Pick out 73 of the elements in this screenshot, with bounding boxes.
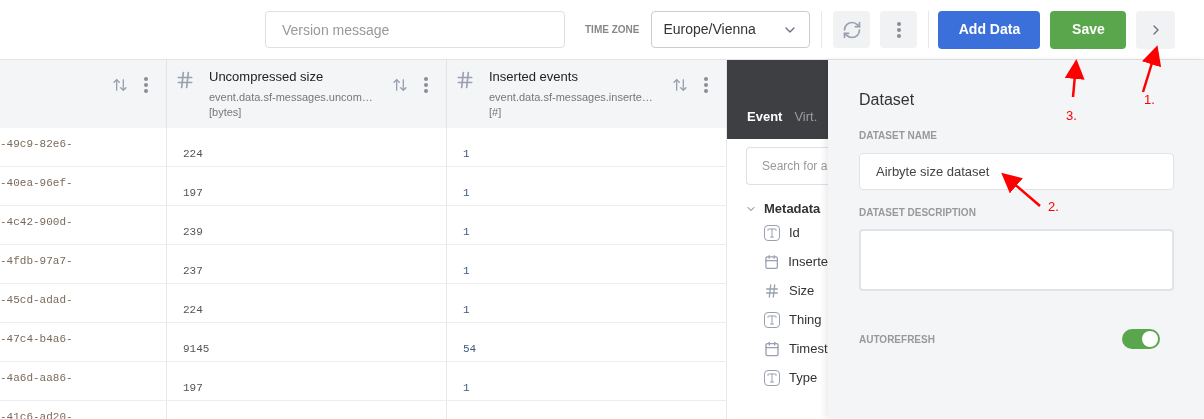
field-label: DATASET NAME <box>859 129 937 143</box>
table-cell: 1 <box>463 304 470 316</box>
table-cell: 1 <box>463 226 470 238</box>
table-cell: -40ea-96ef- <box>0 177 73 189</box>
calendar-icon <box>764 254 780 270</box>
toolbar-button[interactable]: Add Data <box>938 10 1041 49</box>
sort-icon[interactable] <box>392 77 408 93</box>
column-path: event.data.sf-messages.uncom… <box>209 90 374 105</box>
text-type-icon <box>764 225 780 241</box>
table-cell: -45cd-adad- <box>0 294 73 306</box>
dataset-name-field[interactable]: Airbyte size dataset <box>859 153 1174 190</box>
table-cell: 1 <box>463 187 470 199</box>
panel-title: Dataset <box>859 90 915 110</box>
table-cell: 224 <box>183 304 203 316</box>
annotation-label: 3. <box>1066 107 1077 125</box>
table-cell: -4c42-900d- <box>0 216 73 228</box>
search-field[interactable]: Search for a <box>746 147 828 185</box>
annotation-arrow <box>1001 172 1041 207</box>
tree-group[interactable]: Metadata <box>745 199 828 219</box>
table-cell: 197 <box>183 187 203 199</box>
table-cell: 237 <box>183 265 203 277</box>
column-unit: [#] <box>489 105 503 119</box>
table-cell: 1 <box>463 148 470 160</box>
column-unit: [bytes] <box>209 105 243 119</box>
expand-panel-button[interactable] <box>1136 10 1176 49</box>
table-cell: -47c4-b4a6- <box>0 333 73 345</box>
table-cell: 1 <box>463 265 470 277</box>
text-type-icon <box>764 370 780 386</box>
more-button[interactable] <box>880 11 918 48</box>
calendar-icon <box>764 341 780 357</box>
column-path: event.data.sf-messages.inserte… <box>489 90 654 105</box>
table-cell: 224 <box>183 148 203 160</box>
sort-icon[interactable] <box>672 77 688 93</box>
tree-item[interactable]: Thing <box>764 305 828 335</box>
table-cell: 1 <box>463 382 470 394</box>
dataset-description-field[interactable] <box>859 229 1174 291</box>
column-menu-icon[interactable] <box>704 77 708 93</box>
table-cell: 9145 <box>183 343 210 355</box>
field-label: DATASET DESCRIPTION <box>859 206 976 220</box>
column-title: Inserted events <box>489 69 579 85</box>
autorefresh-toggle[interactable] <box>1122 329 1160 349</box>
explorer-tab[interactable]: Event <box>747 106 783 126</box>
tree-item[interactable]: Size <box>764 276 828 306</box>
tree-item[interactable]: Inserte <box>764 247 828 277</box>
hash-icon <box>175 70 195 90</box>
table-cell: 54 <box>463 343 477 355</box>
text-type-icon <box>764 312 780 328</box>
kebab-icon[interactable] <box>896 21 901 38</box>
time-zone-select[interactable]: Europe/Vienna <box>651 11 811 48</box>
table-cell: -4fdb-97a7- <box>0 255 73 267</box>
annotation-arrow <box>1141 45 1162 93</box>
annotation-arrow <box>1064 59 1085 98</box>
table-cell: -4a6d-aa86- <box>0 372 73 384</box>
tree-item[interactable]: Id <box>764 218 828 248</box>
column-menu-icon[interactable] <box>424 77 428 93</box>
table-cell: -49c9-82e6- <box>0 138 73 150</box>
hash-icon <box>455 70 475 90</box>
time-zone-label: TIME ZONE <box>585 23 640 37</box>
hash-icon <box>764 283 780 299</box>
tree-item[interactable]: Type <box>764 363 828 393</box>
annotation-label: 2. <box>1048 198 1059 216</box>
table-cell: 239 <box>183 226 203 238</box>
annotation-label: 1. <box>1144 91 1155 109</box>
version-message-field[interactable]: Version message <box>265 11 565 48</box>
column-title: Uncompressed size <box>209 69 325 85</box>
table-cell: 197 <box>183 382 203 394</box>
explorer-tab[interactable]: Virt. <box>794 106 818 126</box>
column-menu-icon[interactable] <box>144 77 148 93</box>
autorefresh-label: AUTOREFRESH <box>859 332 935 347</box>
sort-icon[interactable] <box>112 77 128 93</box>
refresh-icon <box>841 19 862 40</box>
refresh-button[interactable] <box>833 11 871 48</box>
tree-item[interactable]: Timest <box>764 334 828 364</box>
